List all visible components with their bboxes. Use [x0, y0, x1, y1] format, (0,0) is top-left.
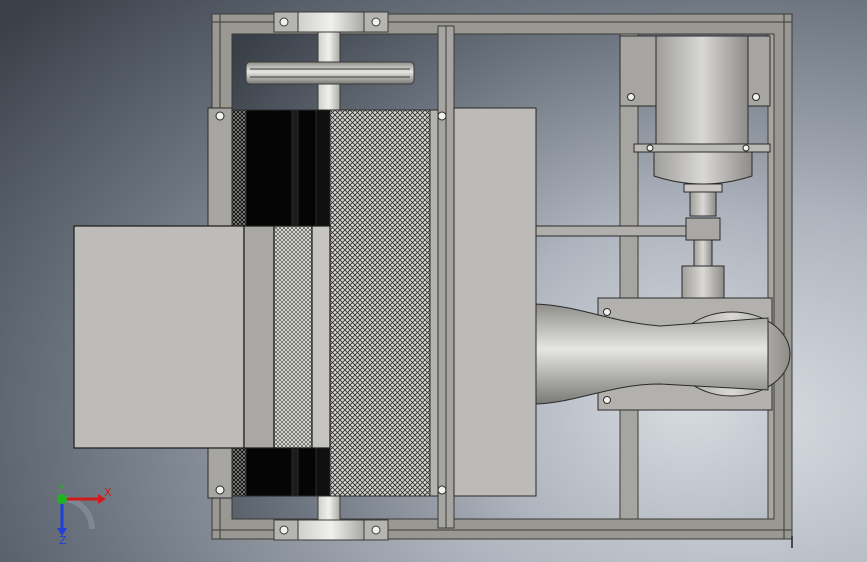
pulley [245, 61, 415, 85]
eccentric-drive [535, 297, 791, 411]
gearbox-housing [453, 107, 537, 497]
cad-viewport[interactable]: X Y Z [0, 0, 867, 562]
y-axis-dot [57, 494, 67, 504]
cad-model-view[interactable]: X Y Z [0, 0, 867, 562]
x-axis-label: X [104, 486, 112, 499]
z-axis-label: Z [59, 534, 67, 547]
divider-rail [437, 25, 455, 529]
feed-hopper [73, 225, 331, 449]
y-axis-label: Y [57, 482, 65, 495]
